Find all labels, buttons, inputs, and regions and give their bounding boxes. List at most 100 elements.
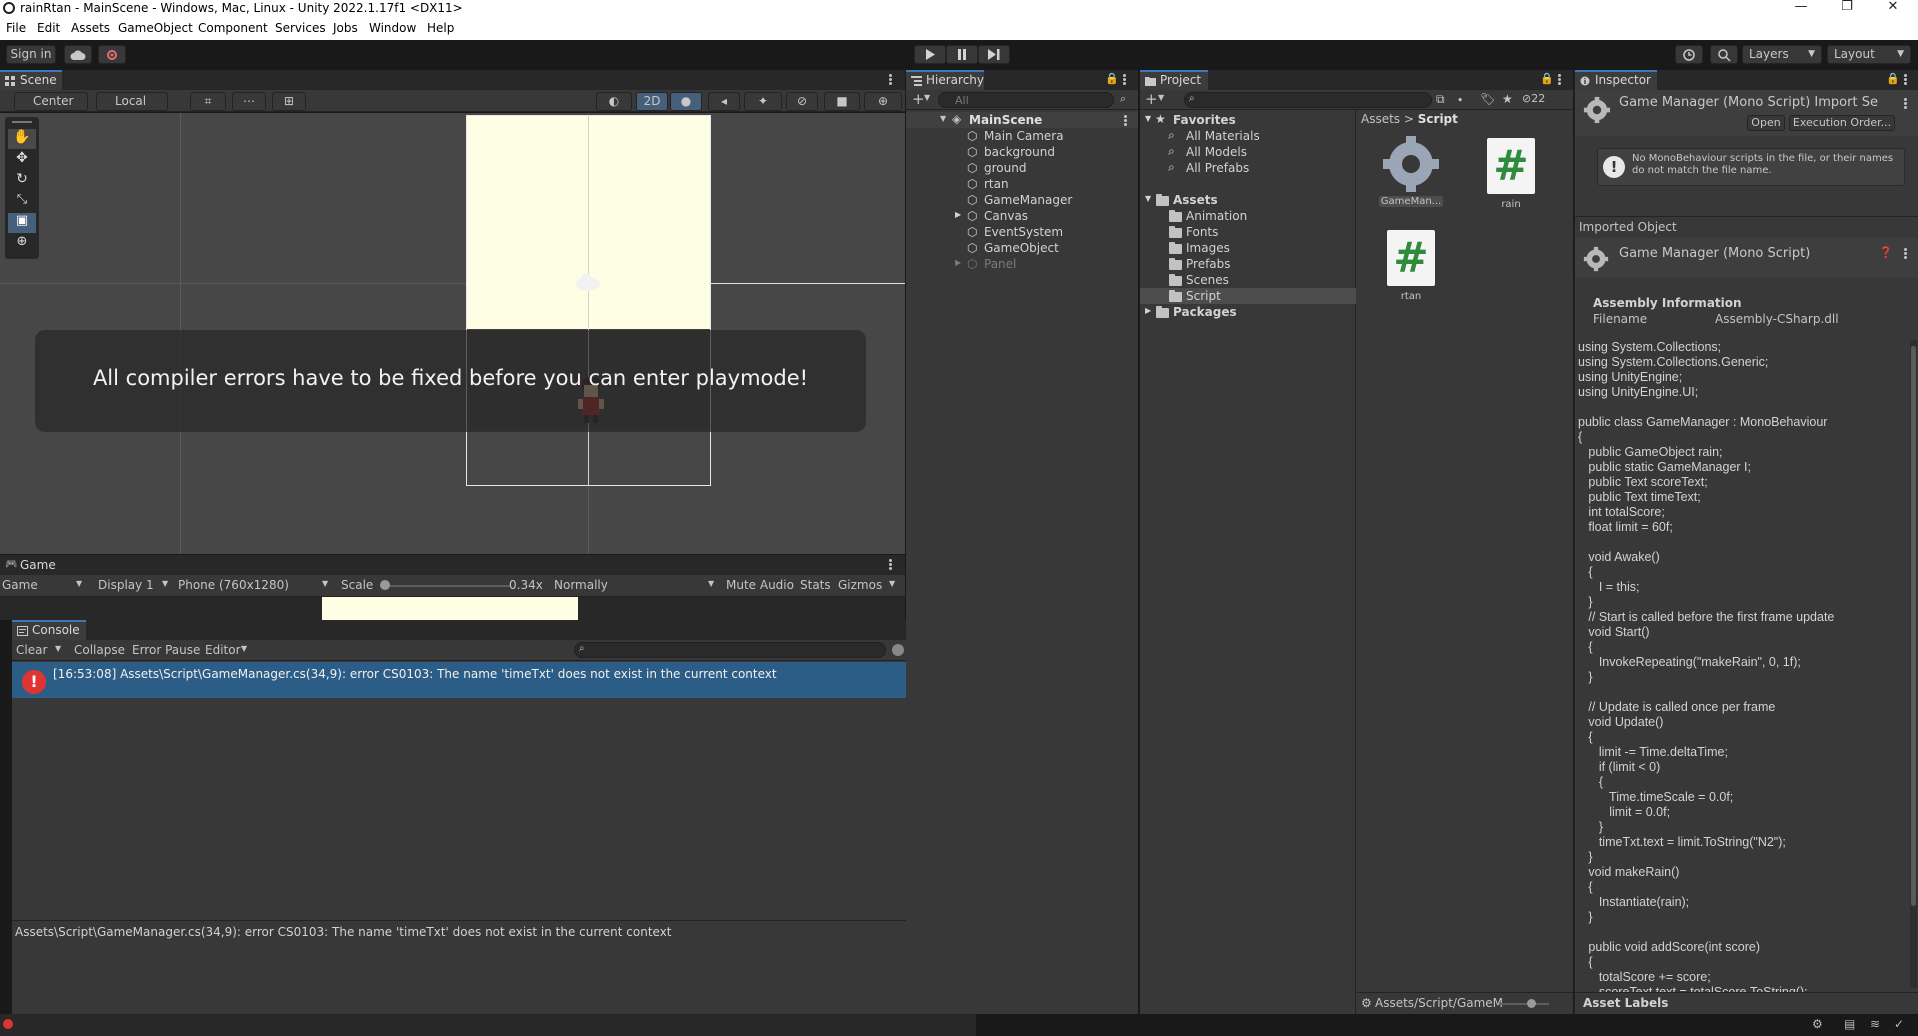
asset-labels-label[interactable]: Asset Labels [1583, 996, 1668, 1010]
lighting-toggle[interactable]: ● [670, 92, 702, 111]
scene-row-menu-icon[interactable] [1124, 115, 1127, 126]
pivot-mode-dropdown[interactable]: Center [14, 92, 88, 111]
lock-icon[interactable]: 🔒 [1105, 72, 1119, 85]
mute-audio-toggle[interactable]: Mute Audio [726, 578, 794, 592]
lock-icon[interactable]: 🔒 [1886, 72, 1900, 85]
bug-icon[interactable]: ⚙ [1812, 1017, 1823, 1031]
hierarchy-search-input[interactable]: All [938, 92, 1114, 108]
transform-tool-icon[interactable]: ⊕ [8, 234, 36, 254]
minimize-button[interactable]: — [1778, 0, 1824, 16]
increment-snap-button[interactable]: ⋯ [232, 92, 266, 111]
cloud-button[interactable] [64, 45, 92, 64]
menu-assets[interactable]: Assets [71, 21, 110, 35]
menu-gameobject[interactable]: GameObject [118, 21, 193, 35]
status-error-icon[interactable] [3, 1019, 13, 1029]
cache-icon[interactable]: ▤ [1844, 1017, 1855, 1031]
hidden-packages-icon[interactable]: ⊘22 [1522, 92, 1545, 105]
menu-component[interactable]: Component [198, 21, 268, 35]
scene-row[interactable]: ▼ ◈ MainScene [906, 112, 1138, 128]
search-button[interactable] [1710, 45, 1738, 64]
stats-toggle[interactable]: Stats [800, 578, 831, 592]
move-tool-icon[interactable]: ✥ [8, 150, 36, 170]
layers-dropdown[interactable]: Layers ▼ [1742, 45, 1822, 64]
close-button[interactable]: ✕ [1870, 0, 1916, 16]
camera-settings-button[interactable]: ■ [824, 92, 860, 111]
tab-hierarchy[interactable]: Hierarchy [906, 70, 984, 90]
restore-button[interactable]: ❐ [1824, 0, 1870, 16]
menu-file[interactable]: File [6, 21, 26, 35]
clear-button[interactable]: Clear [16, 643, 47, 657]
audio-toggle[interactable]: ◂ [708, 92, 740, 111]
menu-jobs[interactable]: Jobs [333, 21, 358, 35]
lock-icon[interactable]: 🔒 [1540, 72, 1554, 85]
inspector-scrollbar[interactable] [1910, 340, 1917, 988]
folder-item-selected[interactable]: Script [1140, 288, 1356, 304]
breadcrumb-script[interactable]: Script [1418, 112, 1458, 126]
game-view-dropdown[interactable]: Game [2, 578, 38, 592]
mode-2d-toggle[interactable]: 2D [636, 92, 668, 111]
toolsettings-button[interactable]: ⊞ [272, 92, 306, 111]
icon-size-slider-handle[interactable] [1527, 999, 1536, 1008]
inspector-scrollbar-thumb[interactable] [1911, 346, 1916, 906]
assets-row[interactable]: ▼ Assets [1140, 192, 1356, 208]
rotate-tool-icon[interactable]: ↻ [8, 171, 36, 191]
collapse-toggle[interactable]: Collapse [74, 643, 125, 657]
visibility-toggle[interactable]: ⊘ [786, 92, 818, 111]
rect-tool-icon[interactable]: ▣ [8, 213, 36, 233]
error-pause-toggle[interactable]: Error Pause [132, 643, 200, 657]
tab-scene[interactable]: Scene [0, 70, 62, 90]
tab-inspector[interactable]: Inspector [1575, 70, 1657, 90]
tab-project[interactable]: Project [1140, 70, 1208, 90]
project-menu-icon[interactable] [1558, 74, 1561, 85]
gizmos-dropdown[interactable]: Gizmos [838, 578, 882, 592]
hierarchy-menu-icon[interactable] [1123, 74, 1126, 85]
editor-dropdown[interactable]: Editor [205, 643, 241, 657]
play-button[interactable] [914, 45, 946, 64]
asset-tile[interactable]: # rtan [1381, 226, 1441, 306]
collab-button[interactable] [98, 45, 126, 64]
history-button[interactable] [1675, 45, 1703, 64]
menu-help[interactable]: Help [427, 21, 454, 35]
inspector-header-menu-icon[interactable] [1904, 98, 1907, 109]
search-type-icon[interactable]: ⧉ [1436, 92, 1445, 107]
fx-toggle[interactable]: ✦ [744, 92, 782, 111]
display-dropdown[interactable]: Display 1 [98, 578, 154, 592]
pause-button[interactable] [946, 45, 978, 64]
project-search-input[interactable]: ⌕ [1184, 92, 1432, 108]
gizmos-button[interactable]: ⊕ [864, 92, 902, 111]
menu-services[interactable]: Services [275, 21, 326, 35]
game-menu-icon[interactable] [889, 559, 892, 570]
inspector-menu-icon[interactable] [1904, 74, 1907, 85]
breadcrumb-assets[interactable]: Assets [1361, 112, 1400, 126]
sign-in-button[interactable]: Sign in [6, 45, 56, 64]
tab-console[interactable]: Console [12, 620, 86, 640]
help-icon[interactable]: ❓ [1879, 246, 1893, 259]
execution-order-button[interactable]: Execution Order... [1789, 115, 1895, 131]
icon-size-slider[interactable] [1499, 1003, 1549, 1005]
add-icon[interactable]: + [912, 90, 925, 108]
scale-slider-handle[interactable] [380, 580, 390, 590]
asset-tile[interactable]: # rain [1481, 134, 1541, 214]
play-focus-dropdown[interactable]: Normally [554, 578, 608, 592]
asset-tile[interactable]: GameMan... [1379, 134, 1443, 214]
object-menu-icon[interactable] [1904, 248, 1907, 259]
menu-edit[interactable]: Edit [37, 21, 60, 35]
network-icon[interactable]: ≋ [1870, 1017, 1880, 1031]
packages-row[interactable]: ▶ Packages [1140, 304, 1356, 320]
scale-tool-icon[interactable]: ⤡ [8, 192, 36, 212]
favorite-star-icon[interactable]: ★ [1502, 92, 1513, 106]
game-viewport[interactable] [0, 597, 905, 620]
open-button[interactable]: Open [1747, 115, 1785, 131]
add-icon[interactable]: + [1145, 90, 1158, 108]
console-log-entry[interactable]: ! [16:53:08] Assets\Script\GameManager.c… [12, 662, 976, 698]
pivot-rotation-dropdown[interactable]: Local [96, 92, 168, 111]
check-icon[interactable]: ✓ [1894, 1017, 1904, 1031]
label-icon[interactable]: 🏷 [1480, 92, 1495, 106]
scene-search-icon[interactable]: ⌕ [1120, 92, 1126, 106]
tab-game[interactable]: 🎮 Game [0, 555, 60, 575]
shading-mode-button[interactable]: ◐ [596, 92, 632, 111]
favorites-row[interactable]: ▼ ★ Favorites [1140, 112, 1356, 128]
filter-type-icon[interactable]: ⬩ [1458, 92, 1462, 107]
step-button[interactable] [978, 45, 1010, 64]
scene-menu-icon[interactable] [889, 74, 892, 85]
